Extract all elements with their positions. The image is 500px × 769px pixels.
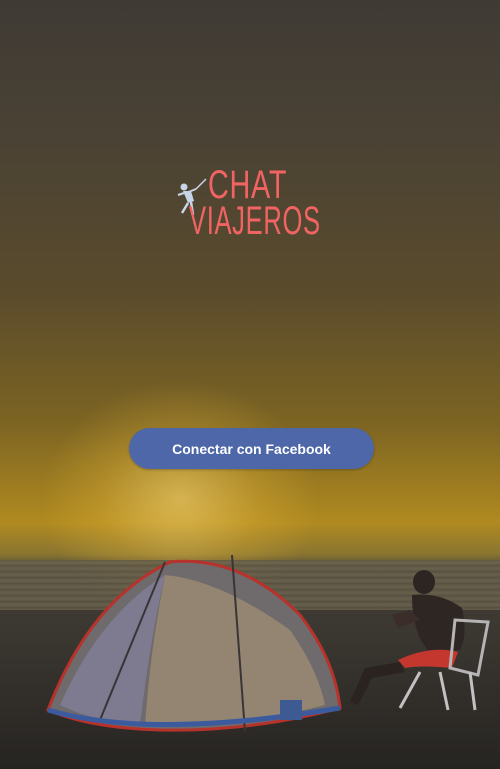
person-sitting-image [350,570,490,711]
tent-image [46,554,342,733]
login-screen: CHAT VIAJEROS Conectar con Facebook [0,0,500,769]
logo-text-viajeros: VIAJEROS [189,199,321,243]
beach-camping-photo [46,554,490,733]
app-logo: CHAT VIAJEROS [176,163,320,243]
facebook-login-button[interactable]: Conectar con Facebook [129,428,374,469]
